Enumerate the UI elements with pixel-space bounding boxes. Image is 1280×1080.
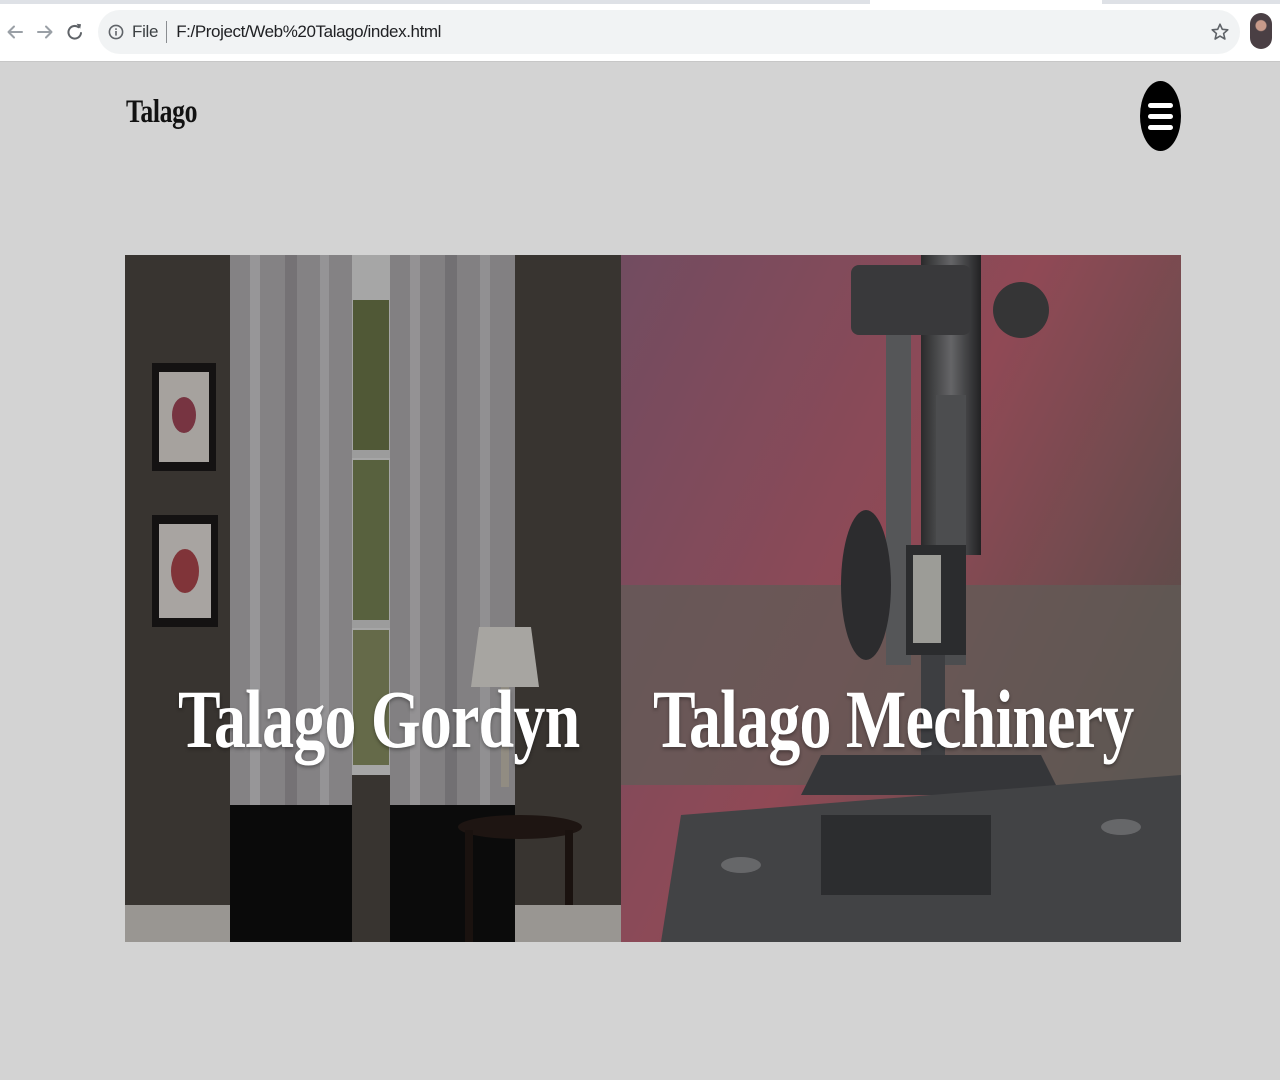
reload-button[interactable] [63,18,87,46]
star-icon [1211,23,1229,40]
hamburger-icon [1148,102,1173,130]
profile-avatar[interactable] [1250,13,1272,49]
info-icon [108,24,124,40]
panel-talago-gordyn[interactable]: Talago Gordyn [125,255,621,942]
hamburger-bar [1148,102,1173,108]
panel-title-mechinery[interactable]: Talago Mechinery [653,671,1134,767]
bookmark-button[interactable] [1208,20,1232,44]
forward-arrow-icon [37,25,53,39]
category-panels: Talago Gordyn Talago Mechinery [125,255,1181,942]
panel-overlay [125,255,621,942]
scheme-label: File [132,22,159,41]
browser-toolbar: File F:/Project/Web%20Talago/index.html [0,0,1280,62]
back-arrow-icon [7,25,23,39]
reload-icon [67,23,82,40]
panel-title-gordyn[interactable]: Talago Gordyn [178,671,580,767]
url-text[interactable]: F:/Project/Web%20Talago/index.html [176,22,441,42]
tab-strip-edge [0,0,1280,4]
address-bar[interactable]: File F:/Project/Web%20Talago/index.html [98,10,1240,54]
site-info-button[interactable]: File [108,10,159,54]
brand-logo[interactable]: Talago [126,94,197,131]
panel-talago-mechinery[interactable]: Talago Mechinery [621,255,1181,942]
address-divider [166,21,168,43]
active-tab-edge [870,0,1102,4]
menu-button[interactable] [1140,81,1181,151]
forward-button[interactable] [33,18,57,46]
panel-overlay [621,255,1181,942]
back-button[interactable] [3,18,27,46]
hamburger-bar [1148,113,1173,119]
hamburger-bar [1148,124,1173,130]
